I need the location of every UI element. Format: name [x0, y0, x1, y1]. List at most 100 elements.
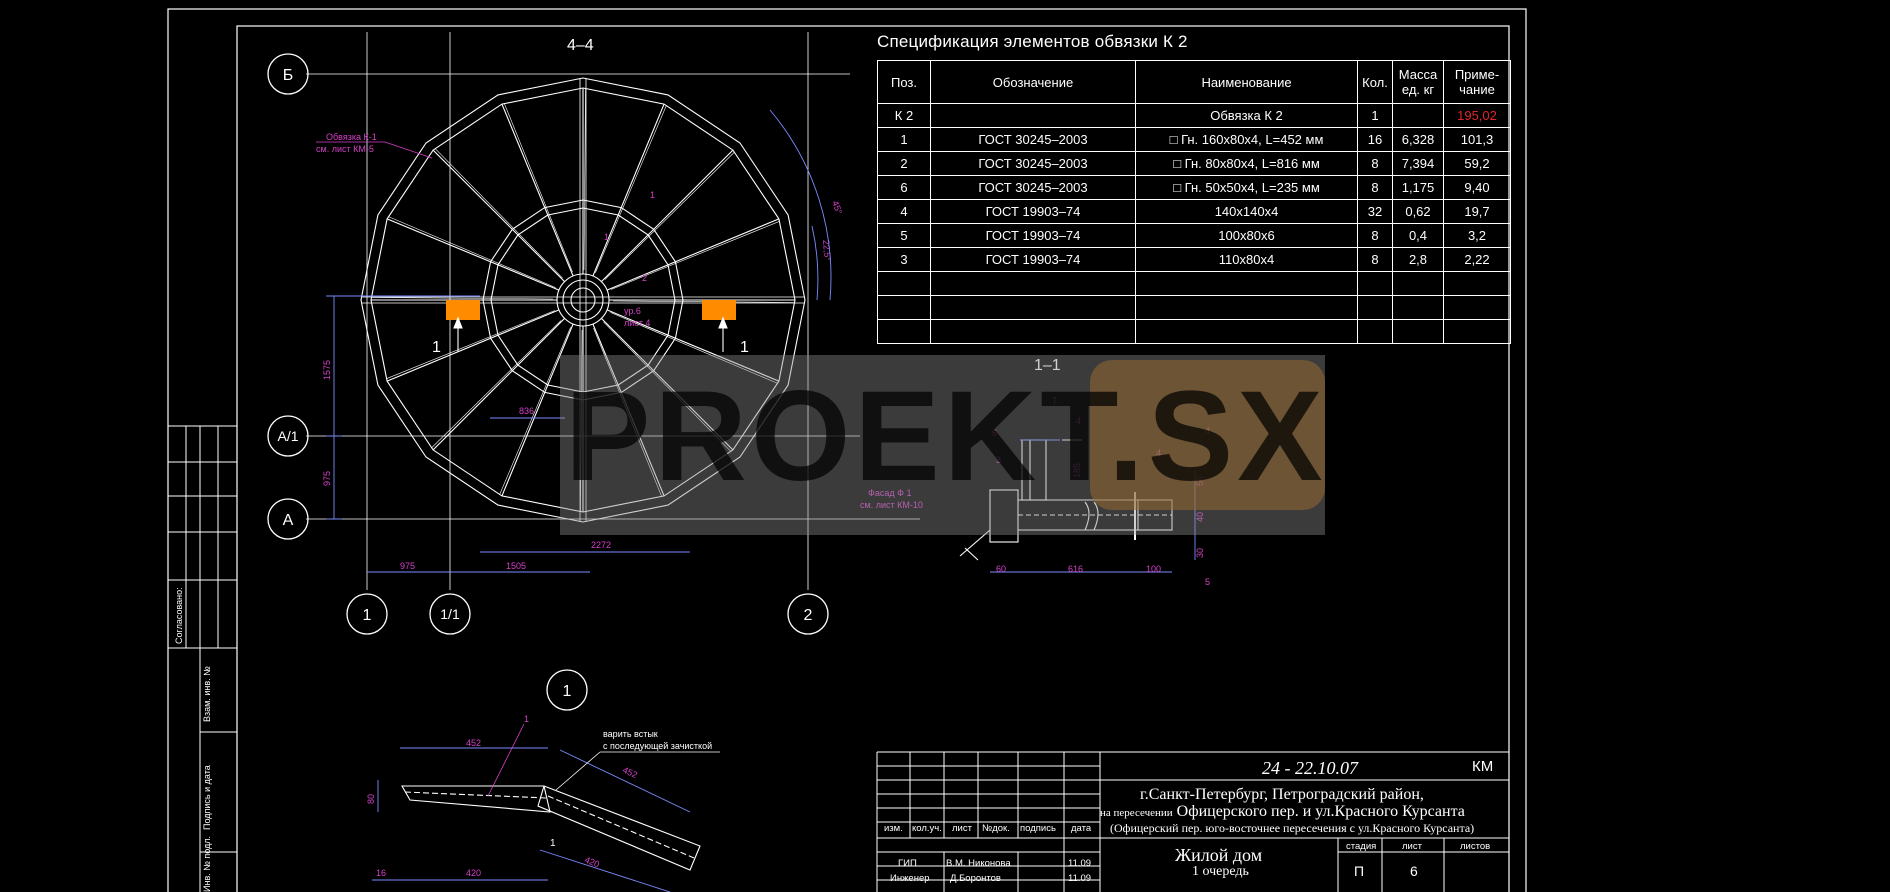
det-dim-420b: 420 [583, 855, 601, 870]
dim-836: 836 [519, 406, 534, 416]
orange-marker-right [702, 300, 736, 320]
orange-marker-left [446, 300, 480, 320]
det-dim-80: 80 [366, 794, 376, 804]
radial-beam [432, 149, 565, 282]
hub-circle [570, 287, 596, 313]
hub-circle [556, 273, 610, 327]
radial-beam-edge [503, 103, 573, 273]
spec-header-qty: Кол. [1357, 60, 1393, 104]
spec-cell-pos: 5 [877, 223, 931, 248]
tb-row2-date: 11.09 [1068, 873, 1091, 884]
axis-b-label: Б [283, 67, 294, 84]
spec-cell-pos: 3 [877, 247, 931, 272]
angle-arc-outer [769, 109, 832, 301]
tb-col-list: лист [952, 823, 973, 834]
radial-beam [386, 309, 560, 382]
side-stamp-inv-podl: Инв. № подл. [202, 836, 212, 892]
tb-sheets-label: листов [1460, 841, 1490, 852]
title-block-address-line2: на пересечении Офицерского пер. и ул.Кра… [1100, 803, 1465, 821]
radial-beam [386, 218, 560, 291]
spec-cell-mass: 7,394 [1392, 151, 1444, 176]
spec-header-designation: Обозначение [930, 60, 1136, 104]
cut-left-label: 1 [432, 339, 441, 356]
sec-dim-100: 100 [1146, 564, 1161, 574]
spec-cell-pos: К 2 [877, 103, 931, 128]
spec-row: 4 ГОСТ 19903–74 140х140х4 32 0,62 19,7 [877, 199, 1511, 224]
spec-cell-mass: 2,8 [1392, 247, 1444, 272]
tb-sheet-label: лист [1402, 841, 1423, 852]
spec-header-note-l2: чание [1459, 82, 1495, 97]
spec-row: 6 ГОСТ 30245–2003 □ Гн. 50х50х4, L=235 мм 8… [877, 175, 1511, 200]
spec-cell-note: 9,40 [1443, 175, 1511, 200]
radial-beam-edge [386, 310, 556, 380]
dim-2272-h: 2272 [591, 540, 611, 550]
tb-col-izm: изм. [884, 823, 903, 834]
radial-beam-edge [595, 104, 667, 273]
spec-cell-name: □ Гн. 160х80х4, L=452 мм [1135, 127, 1358, 152]
cut-right-label: 1 [740, 339, 749, 356]
spec-cell-name: □ Гн. 50х50х4, L=235 мм [1135, 175, 1358, 200]
spec-cell-qty: 8 [1357, 223, 1393, 248]
node-1-label: 1 [604, 232, 609, 242]
spec-row-empty [877, 319, 1511, 344]
spec-cell-note: 101,3 [1443, 127, 1511, 152]
det-weld-line2: с последующей зачисткой [603, 741, 712, 751]
radial-beam-edge [431, 320, 562, 449]
ur-label-line1: ур.6 [624, 306, 641, 316]
tb-row1-date: 11.09 [1068, 858, 1091, 869]
spec-cell-qty: 32 [1357, 199, 1393, 224]
axis-a1-label: А/1 [277, 428, 298, 444]
ur-label-line2: лист 4 [624, 318, 650, 328]
title-block-building: Жилой дом [1175, 845, 1263, 865]
spec-header-mass-l2: ед. кг [1401, 82, 1435, 97]
radial-beam-edge [434, 148, 563, 279]
watermark-text: PROEKT.SX [565, 365, 1327, 508]
title-block-address-line1: г.Санкт-Петербург, Петроградский район, [1140, 786, 1424, 803]
spec-cell-note-total: 195,02 [1443, 103, 1511, 128]
spec-cell-pos: 4 [877, 199, 931, 224]
spec-row-empty [877, 295, 1511, 320]
spec-cell-qty: 16 [1357, 127, 1393, 152]
dim-975-v: 975 [322, 471, 332, 486]
spec-header-note-l1: Приме- [1454, 67, 1500, 82]
sec-p5: 5 [1205, 577, 1210, 587]
plan-title: 4–4 [567, 37, 594, 54]
spec-cell-qty: 1 [1357, 103, 1393, 128]
radial-beam [606, 218, 780, 291]
spec-row: К 2 Обвязка К 2 1 195,02 [877, 103, 1511, 128]
det-p1b: 1 [550, 838, 556, 849]
spec-cell-note: 3,2 [1443, 223, 1511, 248]
detail-mark-label: 1 [563, 683, 572, 700]
spec-cell-mass: 1,175 [1392, 175, 1444, 200]
spec-cell-name: Обвязка К 2 [1135, 103, 1358, 128]
radial-beam-edge [610, 220, 780, 290]
spec-cell-designation [930, 103, 1136, 128]
det-weld-line1: варить встык [603, 729, 658, 739]
radial-beam-edge [370, 297, 554, 300]
spec-cell-note: 19,7 [1443, 199, 1511, 224]
spec-cell-designation: ГОСТ 30245–2003 [930, 127, 1136, 152]
spec-cell-designation: ГОСТ 19903–74 [930, 199, 1136, 224]
spec-cell-pos: 2 [877, 151, 931, 176]
tb-row2-role: Инженер [890, 873, 930, 884]
spec-cell-qty: 8 [1357, 151, 1393, 176]
hub-circle [562, 279, 604, 321]
tb-row1-name: В.М. Никонова [946, 858, 1011, 869]
spec-cell-pos: 1 [877, 127, 931, 152]
ref-1-label: 1 [650, 190, 655, 200]
spec-title: Спецификация элементов обвязки К 2 [877, 32, 1188, 51]
spec-cell-qty: 8 [1357, 175, 1393, 200]
radial-beam-edge [387, 216, 556, 288]
spec-header-pos: Поз. [877, 60, 931, 104]
spec-cell-designation: ГОСТ 19903–74 [930, 223, 1136, 248]
spec-header-name: Наименование [1135, 60, 1358, 104]
radial-beam [601, 149, 734, 282]
det-dim-452b: 452 [621, 765, 639, 780]
tb-row1-role: ГИП [898, 858, 917, 869]
title-block-address-small: на пересечении [1100, 807, 1173, 819]
detail-dimensions [372, 747, 691, 892]
obv-label-line2: см. лист КМ-5 [316, 144, 374, 154]
spec-cell-qty: 8 [1357, 247, 1393, 272]
title-block-queue: 1 очередь [1192, 864, 1249, 879]
dim-975-h: 975 [400, 561, 415, 571]
